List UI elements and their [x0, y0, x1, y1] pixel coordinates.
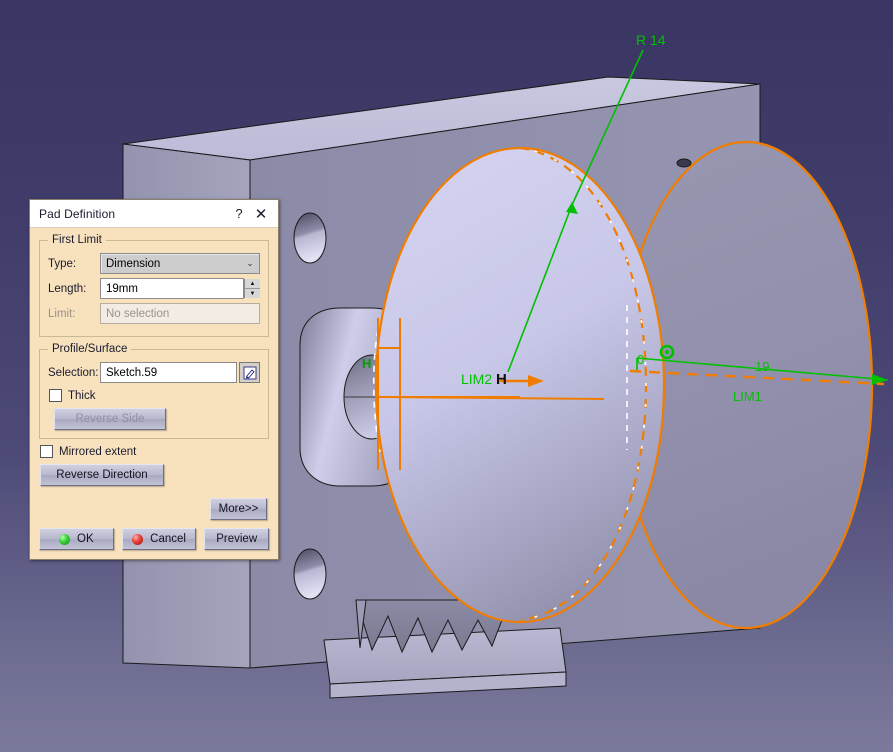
annotation-lim1-label: LIM1: [733, 389, 762, 404]
hole-upper: [293, 212, 327, 264]
more-row: More>>: [39, 498, 267, 520]
dialog-title: Pad Definition: [39, 206, 116, 221]
type-label: Type:: [48, 257, 77, 270]
more-button[interactable]: More>>: [210, 498, 267, 520]
thick-checkbox[interactable]: [49, 389, 62, 402]
cancel-button[interactable]: Cancel: [121, 528, 197, 550]
mirrored-extent-label: Mirrored extent: [59, 445, 137, 458]
annotation-h-marker-left: H: [362, 356, 371, 371]
first-limit-legend: First Limit: [52, 234, 102, 246]
annotation-dim-zero: 0: [637, 352, 644, 367]
selection-label: Selection:: [48, 366, 99, 379]
dialog-footer: OK Cancel Preview: [39, 528, 269, 550]
mirrored-extent-checkbox[interactable]: [40, 445, 53, 458]
stepper-down-icon[interactable]: ▼: [245, 289, 260, 298]
cad-application-window: R 14 LIM2 LIM1 0 19 H H Pad Definition ?…: [0, 0, 893, 752]
annotation-h-marker-lim2: H: [496, 371, 507, 388]
length-row: Length: 19mm ▲ ▼: [48, 278, 260, 299]
type-value: Dimension: [106, 257, 161, 270]
cancel-label: Cancel: [150, 533, 186, 545]
sketch-edit-icon[interactable]: [239, 362, 260, 383]
pad-definition-dialog[interactable]: Pad Definition ? ✕ First Limit Type: Dim…: [29, 199, 279, 560]
length-value: 19mm: [106, 282, 138, 295]
selection-value: Sketch.59: [106, 366, 158, 379]
stepper-up-icon[interactable]: ▲: [245, 279, 260, 289]
length-input[interactable]: 19mm: [100, 278, 244, 299]
pencil-glyph: [243, 366, 256, 379]
help-button[interactable]: ?: [228, 204, 250, 224]
reverse-direction-button[interactable]: Reverse Direction: [40, 464, 164, 486]
limit-row: Limit: No selection: [48, 303, 260, 324]
profile-surface-group: Profile/Surface Selection: Sketch.59 Thi…: [39, 343, 269, 439]
reverse-side-button[interactable]: Reverse Side: [54, 408, 166, 430]
ok-button[interactable]: OK: [39, 528, 114, 550]
cancel-status-icon: [132, 533, 144, 545]
ok-label: OK: [77, 533, 94, 545]
thick-label: Thick: [68, 389, 96, 402]
ok-status-icon: [59, 533, 71, 545]
selection-row: Selection: Sketch.59: [48, 362, 260, 383]
length-stepper[interactable]: ▲ ▼: [244, 279, 260, 298]
cylinder-pad-face: [374, 146, 666, 624]
hole-top-small: [676, 158, 692, 168]
type-select[interactable]: Dimension ⌄: [100, 253, 260, 274]
hole-lower: [293, 548, 327, 600]
profile-surface-legend: Profile/Surface: [52, 343, 128, 355]
chevron-down-icon: ⌄: [246, 258, 254, 268]
annotation-lim2-label: LIM2: [461, 371, 492, 387]
thick-checkbox-row[interactable]: Thick: [49, 389, 260, 402]
dialog-body: First Limit Type: Dimension ⌄ Length: 19…: [30, 228, 278, 559]
selection-input[interactable]: Sketch.59: [100, 362, 237, 383]
limit-placeholder: No selection: [106, 307, 170, 320]
type-row: Type: Dimension ⌄: [48, 253, 260, 274]
close-icon[interactable]: ✕: [250, 204, 272, 224]
dialog-titlebar[interactable]: Pad Definition ? ✕: [30, 200, 278, 228]
preview-button[interactable]: Preview: [204, 528, 269, 550]
annotation-radius-label: R 14: [636, 32, 666, 48]
limit-input[interactable]: No selection: [100, 303, 260, 324]
limit-label: Limit:: [48, 307, 76, 320]
mirrored-extent-row[interactable]: Mirrored extent: [40, 445, 269, 458]
first-limit-group: First Limit Type: Dimension ⌄ Length: 19…: [39, 234, 269, 337]
annotation-dim-nineteen: 19: [755, 359, 769, 374]
length-label: Length:: [48, 282, 87, 295]
